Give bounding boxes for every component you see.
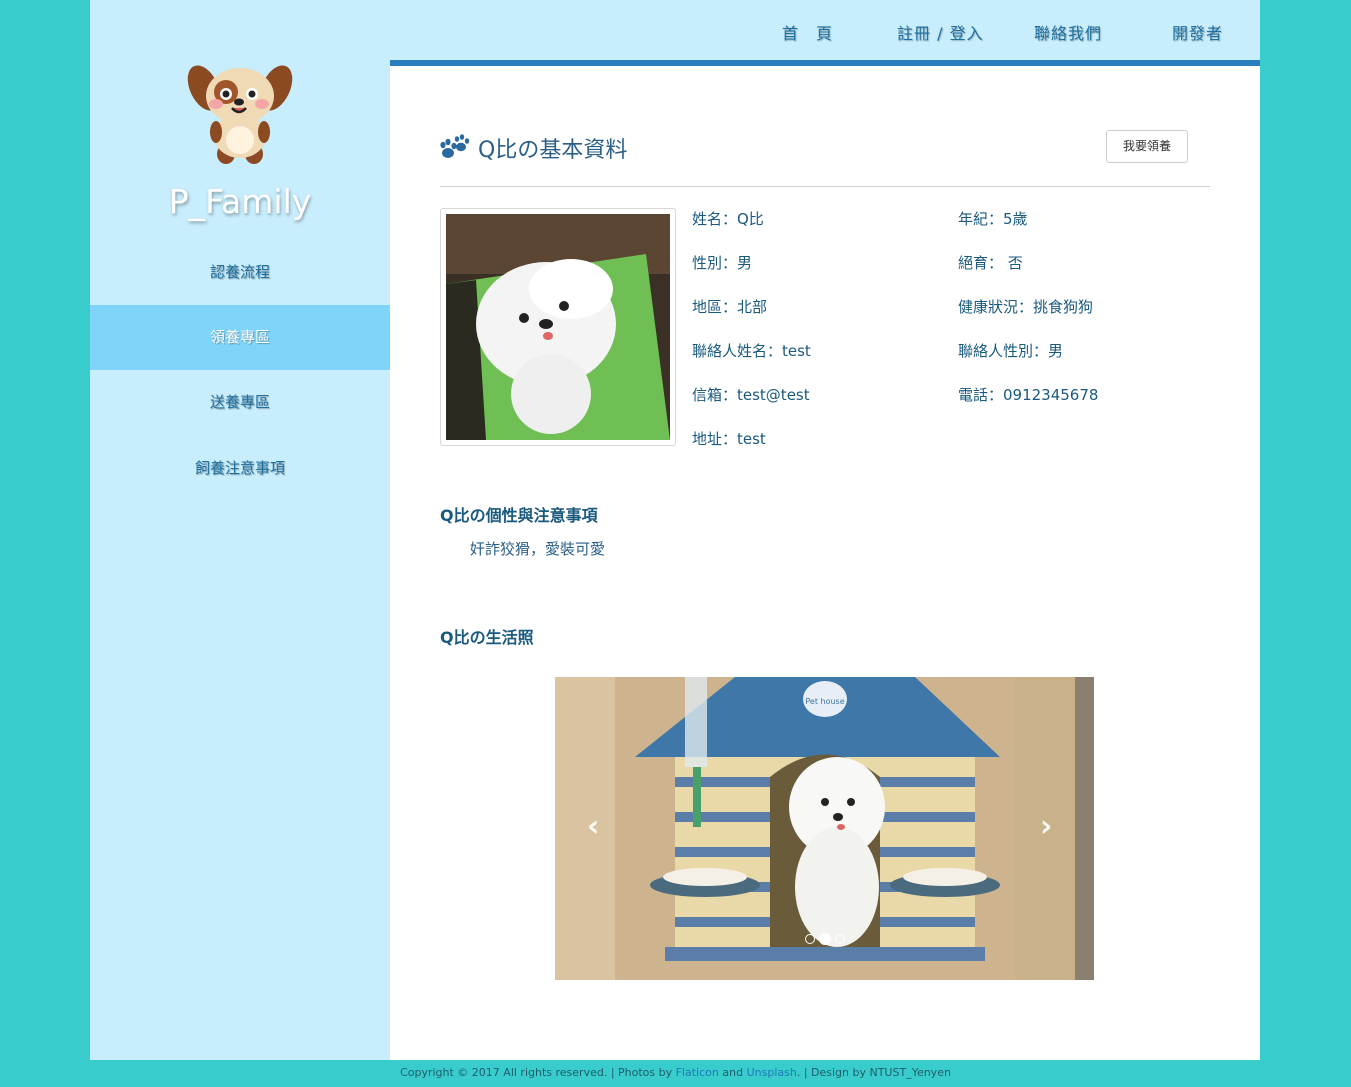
info-age: 年紀：5歲 xyxy=(958,210,1028,228)
info-health: 健康狀況：挑食狗狗 xyxy=(958,298,1094,316)
info-name: 姓名：Q比 xyxy=(692,210,764,228)
main-content: Q比の基本資料 我要領養 姓名：Q比 年紀：5歲 性別：男 絕育： 否 地區：北… xyxy=(390,66,1260,1060)
info-contact-gender: 聯絡人性別：男 xyxy=(958,342,1064,360)
info-email: 信箱：test@test xyxy=(692,386,810,404)
footer-flaticon-link[interactable]: Flaticon xyxy=(676,1066,719,1079)
carousel-indicator[interactable] xyxy=(819,933,831,945)
house-label: Pet house xyxy=(805,697,844,706)
info-region: 地區：北部 xyxy=(692,298,768,316)
info-phone: 電話：0912345678 xyxy=(958,386,1099,404)
personality-heading: Q比の個性與注意事項 xyxy=(440,506,598,525)
carousel-indicator[interactable] xyxy=(805,934,815,944)
info-gender: 性別：男 xyxy=(692,254,753,272)
footer: Copyright © 2017 All rights reserved. | … xyxy=(0,1066,1351,1079)
carousel-prev-control[interactable]: ‹ xyxy=(587,812,599,842)
nav-home[interactable]: 首 頁 xyxy=(782,20,833,44)
personality-text: 奸詐狡猾，愛裝可愛 xyxy=(470,540,606,558)
carousel-indicator[interactable] xyxy=(835,934,845,944)
nav-register-login[interactable]: 註冊 / 登入 xyxy=(897,20,984,44)
footer-copyright: Copyright © 2017 All rights reserved. | … xyxy=(400,1066,676,1079)
sidebar-item-rehome-zone[interactable]: 送養專區 xyxy=(90,370,390,435)
footer-design-credit: . | Design by NTUST_Yenyen xyxy=(796,1066,951,1079)
nav-developer[interactable]: 開發者 xyxy=(1172,20,1223,44)
pet-profile-photo xyxy=(440,208,676,446)
info-address: 地址：test xyxy=(692,430,766,448)
sidebar-item-adoption-zone[interactable]: 領養專區 xyxy=(90,305,390,370)
adopt-button[interactable]: 我要領養 xyxy=(1106,130,1188,163)
footer-and: and xyxy=(718,1066,747,1079)
nav-contact[interactable]: 聯絡我們 xyxy=(1034,20,1102,44)
sidebar: P_Family 認養流程 領養專區 送養專區 飼養注意事項 xyxy=(90,0,390,1060)
title-row: Q比の基本資料 xyxy=(440,130,627,166)
footer-unsplash-link[interactable]: Unsplash xyxy=(747,1066,797,1079)
pomeranian-photo xyxy=(446,214,670,440)
info-contact-name: 聯絡人姓名：test xyxy=(692,342,811,360)
top-nav: 首 頁 註冊 / 登入 聯絡我們 開發者 xyxy=(390,0,1260,60)
title-divider xyxy=(440,186,1210,187)
dog-logo-icon[interactable] xyxy=(186,58,294,166)
carousel-next-control[interactable]: › xyxy=(1040,812,1052,842)
sidebar-item-adoption-process[interactable]: 認養流程 xyxy=(90,240,390,305)
paw-icon xyxy=(440,134,470,158)
sidebar-item-care-notes[interactable]: 飼養注意事項 xyxy=(90,436,390,501)
brand-name[interactable]: P_Family xyxy=(90,182,390,221)
photos-heading: Q比の生活照 xyxy=(440,628,534,647)
info-neutered: 絕育： 否 xyxy=(958,254,1023,272)
photo-carousel[interactable]: Pet house ‹ › xyxy=(555,677,1094,980)
page-shell: P_Family 認養流程 領養專區 送養專區 飼養注意事項 首 頁 註冊 / … xyxy=(90,0,1260,1060)
page-title: Q比の基本資料 xyxy=(478,138,628,163)
carousel-indicators xyxy=(805,933,845,945)
